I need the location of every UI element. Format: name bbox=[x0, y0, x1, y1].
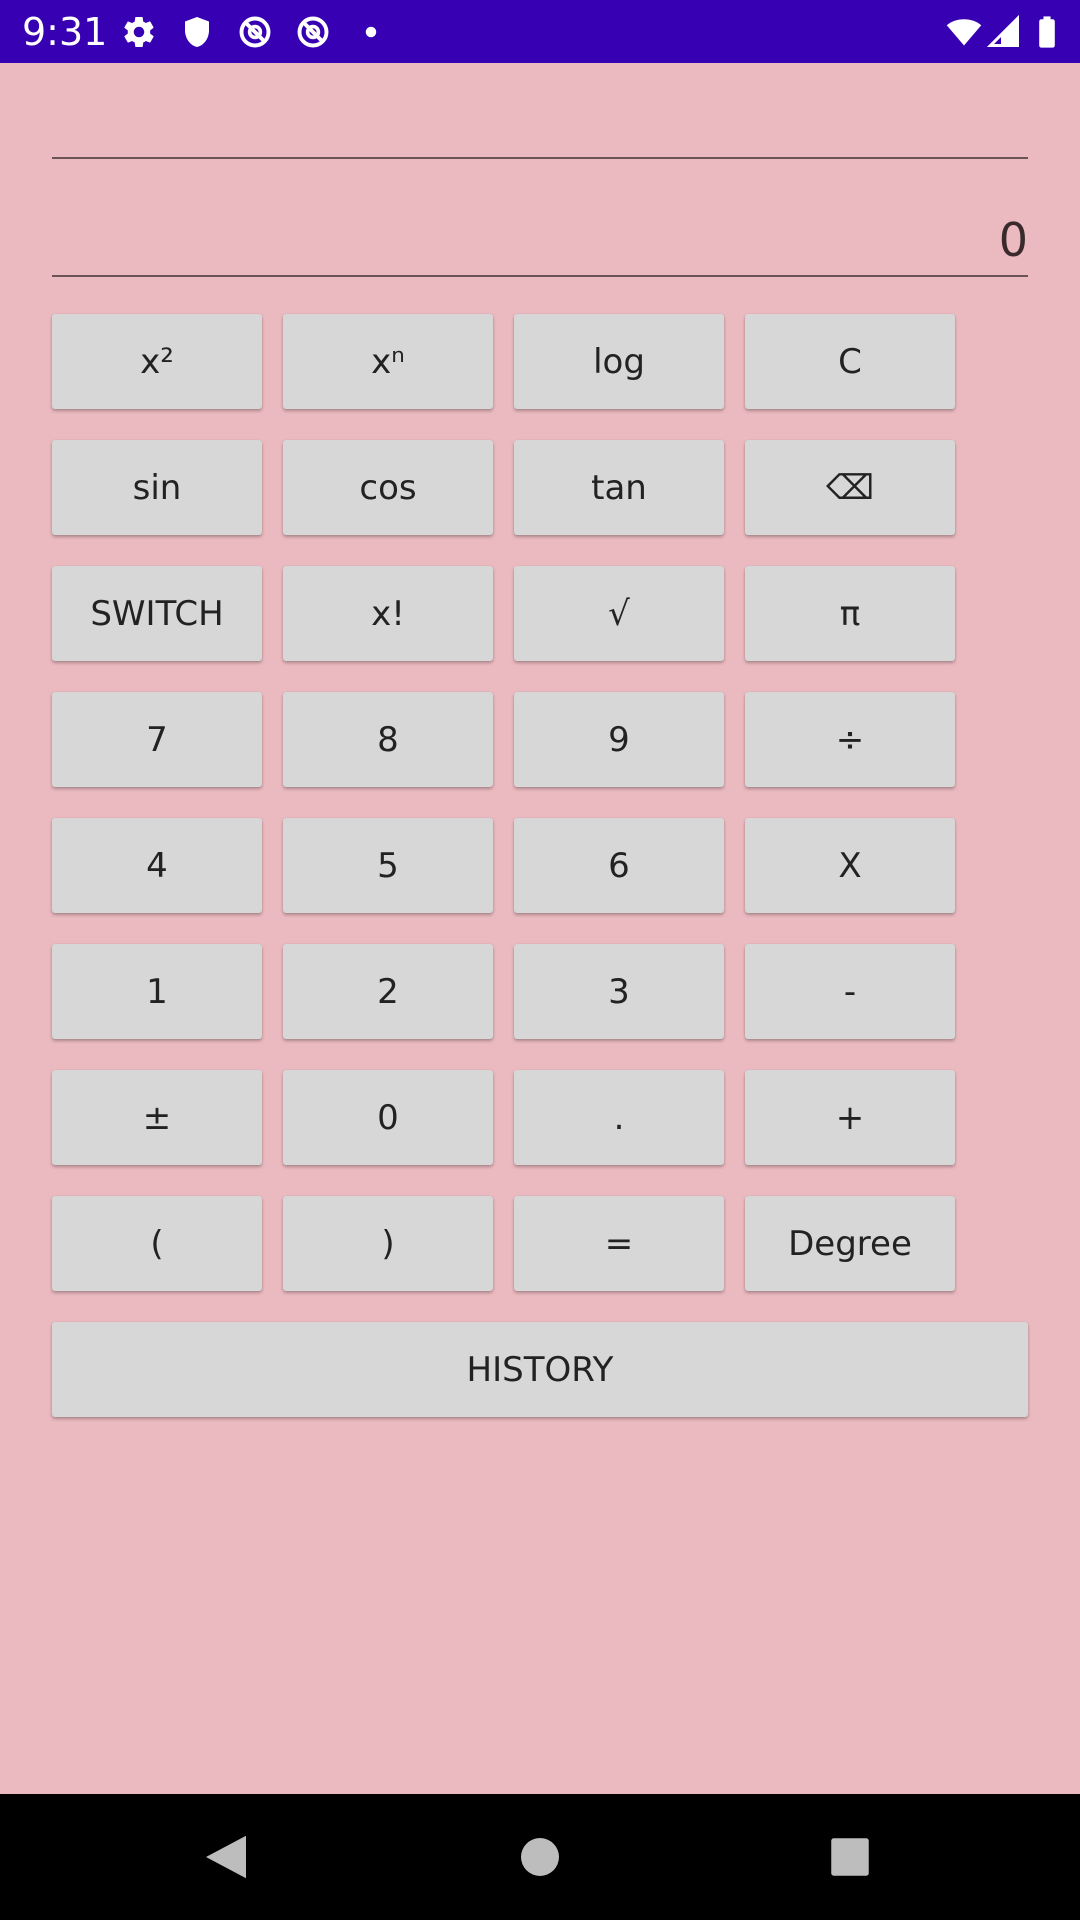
multiply-button[interactable]: X bbox=[745, 818, 955, 913]
square-button[interactable]: x² bbox=[52, 314, 262, 409]
sign-toggle-button[interactable]: ± bbox=[52, 1070, 262, 1165]
signal-icon bbox=[986, 14, 1022, 50]
expression-input[interactable] bbox=[52, 95, 1032, 157]
dot-icon bbox=[353, 14, 389, 50]
digit-4-button[interactable]: 4 bbox=[52, 818, 262, 913]
digit-8-button[interactable]: 8 bbox=[283, 692, 493, 787]
shield-icon bbox=[179, 14, 215, 50]
back-icon[interactable] bbox=[196, 1827, 256, 1887]
clear-button[interactable]: C bbox=[745, 314, 955, 409]
battery-icon bbox=[1030, 14, 1064, 50]
digit-6-button[interactable]: 6 bbox=[514, 818, 724, 913]
gear-icon bbox=[121, 14, 157, 50]
equals-button[interactable]: = bbox=[514, 1196, 724, 1291]
history-button[interactable]: HISTORY bbox=[52, 1322, 1028, 1417]
sin-button[interactable]: sin bbox=[52, 440, 262, 535]
close-paren-button[interactable]: ) bbox=[283, 1196, 493, 1291]
expression-underline bbox=[52, 157, 1028, 159]
log-button[interactable]: log bbox=[514, 314, 724, 409]
status-time: 9:31 bbox=[22, 10, 108, 54]
sqrt-button[interactable]: √ bbox=[514, 566, 724, 661]
digit-0-button[interactable]: 0 bbox=[283, 1070, 493, 1165]
no-sync-icon bbox=[237, 14, 273, 50]
no-sync-icon bbox=[295, 14, 331, 50]
status-bar: 9:31 bbox=[0, 0, 1080, 63]
digit-3-button[interactable]: 3 bbox=[514, 944, 724, 1039]
open-paren-button[interactable]: ( bbox=[52, 1196, 262, 1291]
digit-9-button[interactable]: 9 bbox=[514, 692, 724, 787]
decimal-button[interactable]: . bbox=[514, 1070, 724, 1165]
add-button[interactable]: + bbox=[745, 1070, 955, 1165]
factorial-button[interactable]: x! bbox=[283, 566, 493, 661]
backspace-button[interactable]: ⌫ bbox=[745, 440, 955, 535]
pi-button[interactable]: π bbox=[745, 566, 955, 661]
digit-5-button[interactable]: 5 bbox=[283, 818, 493, 913]
digit-7-button[interactable]: 7 bbox=[52, 692, 262, 787]
subtract-button[interactable]: - bbox=[745, 944, 955, 1039]
result-underline bbox=[52, 275, 1028, 277]
result-display: 0 bbox=[998, 213, 1028, 267]
tan-button[interactable]: tan bbox=[514, 440, 724, 535]
divide-button[interactable]: ÷ bbox=[745, 692, 955, 787]
wifi-icon bbox=[944, 14, 984, 50]
navigation-bar bbox=[0, 1794, 1080, 1920]
recents-icon[interactable] bbox=[820, 1827, 880, 1887]
digit-2-button[interactable]: 2 bbox=[283, 944, 493, 1039]
degree-mode-button[interactable]: Degree bbox=[745, 1196, 955, 1291]
power-button[interactable]: xⁿ bbox=[283, 314, 493, 409]
cos-button[interactable]: cos bbox=[283, 440, 493, 535]
switch-button[interactable]: SWITCH bbox=[52, 566, 262, 661]
digit-1-button[interactable]: 1 bbox=[52, 944, 262, 1039]
home-icon[interactable] bbox=[510, 1827, 570, 1887]
